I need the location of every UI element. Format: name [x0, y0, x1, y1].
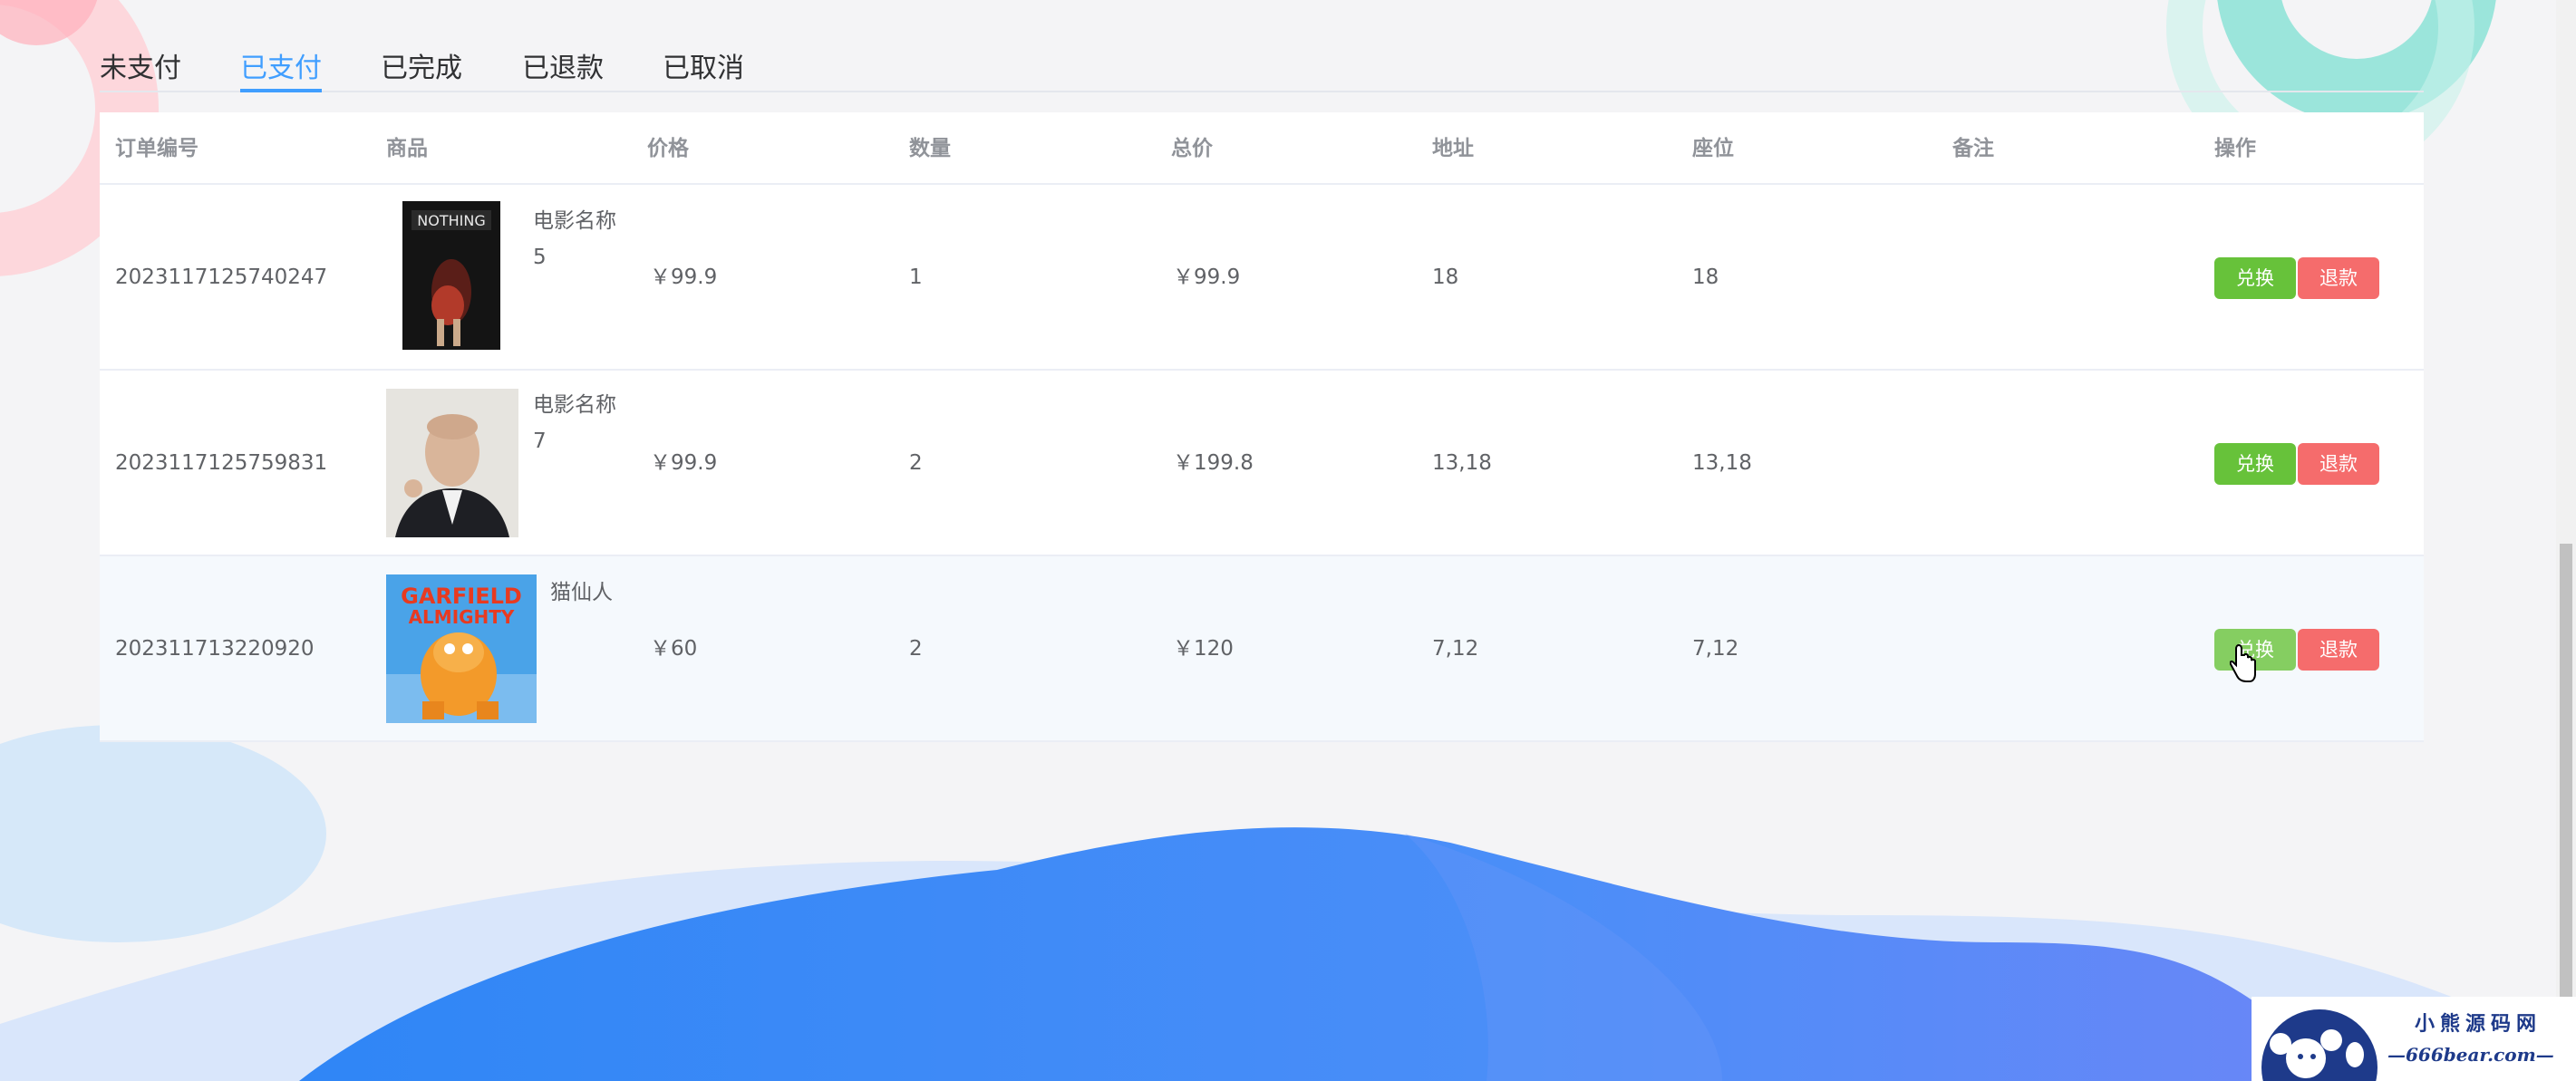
header-product: 商品	[386, 137, 428, 160]
header-seat: 座位	[1692, 137, 1734, 160]
table-row: 202311713220920 GARFIELD ALMIGHTY 猫仙人 ￥6…	[100, 556, 2424, 742]
address: 7,12	[1432, 637, 1479, 661]
product-name: 电影名称 5	[533, 209, 616, 269]
redeem-button[interactable]: 兑换	[2214, 443, 2296, 485]
header-price: 价格	[647, 137, 689, 160]
redeem-button[interactable]: 兑换	[2214, 257, 2296, 299]
table-header: 订单编号 商品 价格 数量 总价 地址 座位 备注 操作	[100, 112, 2424, 185]
quantity: 1	[909, 265, 923, 289]
address: 18	[1432, 265, 1459, 289]
tab-paid[interactable]: 已支付	[240, 45, 322, 85]
tab-unpaid[interactable]: 未支付	[100, 45, 181, 85]
order-no: 2023117125740247	[115, 265, 328, 289]
refund-button[interactable]: 退款	[2298, 443, 2379, 485]
tab-cancelled[interactable]: 已取消	[663, 45, 744, 85]
total-price: ￥99.9	[1173, 265, 1241, 289]
page: 未支付 已支付 已完成 已退款 已取消 订单编号 商品 价格 数量 总价 地址 …	[0, 0, 2576, 1081]
header-address: 地址	[1432, 137, 1474, 160]
quantity: 2	[909, 637, 923, 661]
portrait-man-suit	[386, 389, 518, 537]
orders-table: 订单编号 商品 价格 数量 总价 地址 座位 备注 操作 20231171257…	[100, 112, 2424, 742]
tab-refunded[interactable]: 已退款	[522, 45, 604, 85]
price: ￥60	[650, 637, 698, 661]
header-total: 总价	[1171, 137, 1213, 160]
address: 13,18	[1432, 451, 1492, 475]
seat: 13,18	[1692, 451, 1752, 475]
refund-button[interactable]: 退款	[2298, 257, 2379, 299]
header-remark: 备注	[1952, 137, 1994, 160]
tab-completed[interactable]: 已完成	[381, 45, 462, 85]
quantity: 2	[909, 451, 923, 475]
seat: 18	[1692, 265, 1719, 289]
tab-active-indicator	[240, 89, 322, 92]
header-quantity: 数量	[909, 137, 951, 160]
garfield-poster: GARFIELD ALMIGHTY	[386, 574, 537, 723]
order-status-tabs: 未支付 已支付 已完成 已退款 已取消	[100, 36, 2424, 92]
order-no: 202311713220920	[115, 637, 315, 661]
header-actions: 操作	[2214, 137, 2256, 160]
total-price: ￥199.8	[1173, 451, 1254, 475]
svg-text:NOTHING: NOTHING	[417, 212, 485, 229]
total-price: ￥120	[1173, 637, 1234, 661]
hand-cursor-icon	[2230, 643, 2256, 682]
watermark-title: 小熊源码网	[2415, 1012, 2542, 1036]
watermark-url: —666bear.com—	[2387, 1044, 2554, 1066]
seat: 7,12	[1692, 637, 1739, 661]
product-name: 猫仙人	[550, 581, 613, 604]
refund-button[interactable]: 退款	[2298, 629, 2379, 671]
header-order-no: 订单编号	[115, 137, 199, 160]
product-name: 电影名称 7	[533, 393, 616, 453]
table-row: 2023117125759831 电影名称 7 ￥99.9 2 ￥199.8 1…	[100, 371, 2424, 556]
svg-text:ALMIGHTY: ALMIGHTY	[409, 606, 515, 628]
svg-text:GARFIELD: GARFIELD	[401, 584, 522, 609]
price: ￥99.9	[650, 265, 718, 289]
order-no: 2023117125759831	[115, 451, 328, 475]
movie-poster-dark: NOTHING	[402, 201, 500, 350]
bear-logo-icon	[2261, 1009, 2377, 1081]
site-watermark: 小熊源码网 —666bear.com—	[2252, 997, 2576, 1081]
table-row: 2023117125740247 NOTHING 电影名称 5 ￥99.9 1 …	[100, 185, 2424, 371]
price: ￥99.9	[650, 451, 718, 475]
